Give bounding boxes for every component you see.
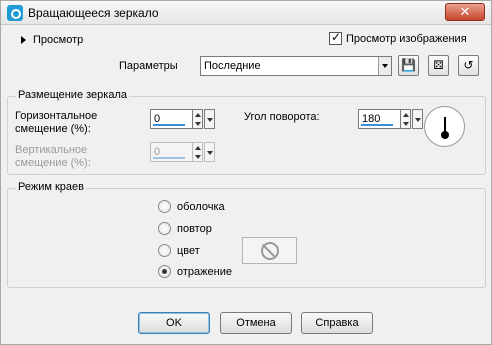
dial-knob-icon [441,131,449,139]
radio-reflect-button[interactable] [158,265,171,278]
cancel-button[interactable]: Отмена [220,312,292,334]
preview-toggle-label: Просмотр [33,34,84,46]
edge-mode-title: Режим краев [16,181,86,193]
presets-label: Параметры [119,60,178,72]
close-button[interactable]: ✕ [445,3,485,21]
radio-repeat[interactable]: повтор [158,222,212,235]
angle-updown[interactable] [401,109,411,129]
randomize-button[interactable]: ⚄ [428,55,449,76]
radio-color-label: цвет [177,244,200,257]
v-offset-label-line1: Вертикальное [15,144,88,156]
mirror-app-icon [7,5,23,21]
checkbox-box[interactable] [329,30,342,45]
reset-icon: ↺ [463,58,474,72]
save-preset-button[interactable]: 💾 [398,55,419,76]
dialog-window: Вращающееся зеркало ✕ Просмотр Просмотр … [0,0,492,345]
save-icon: 💾 [401,58,416,72]
h-offset-label: Горизонтальное смещение (%): [15,110,97,136]
radio-color[interactable]: цвет [158,244,200,257]
window-title: Вращающееся зеркало [28,6,159,20]
angle-slider-bar[interactable] [361,124,393,126]
h-offset-input[interactable]: 0 [150,109,193,129]
h-offset-updown[interactable] [193,109,203,129]
disabled-no-icon [261,242,279,260]
h-offset-label-line2: смещение (%): [15,123,91,135]
radio-reflect-label: отражение [177,265,232,278]
radio-color-button[interactable] [158,244,171,257]
h-offset-dropdown[interactable] [204,109,215,129]
radio-wrap-button[interactable] [158,200,171,213]
h-offset-slider-bar[interactable] [153,124,185,126]
expand-arrow-icon [21,36,26,44]
preview-toggle[interactable]: Просмотр [21,34,83,46]
edge-color-swatch [242,237,297,264]
image-preview-checkbox[interactable]: Просмотр изображения [329,30,467,45]
radio-repeat-button[interactable] [158,222,171,235]
ok-button[interactable]: OK [138,312,210,334]
angle-dropdown[interactable] [412,109,423,129]
angle-input[interactable]: 180 [358,109,401,129]
radio-reflect[interactable]: отражение [158,265,232,278]
help-button[interactable]: Справка [301,312,373,334]
v-offset-dropdown [204,142,215,162]
chevron-down-icon[interactable] [378,57,391,75]
v-offset-label: Вертикальное смещение (%): [15,144,91,170]
radio-wrap-label: оболочка [177,200,225,213]
rotation-dial[interactable] [424,106,465,147]
v-offset-slider-bar [153,157,185,159]
dice-icon: ⚄ [433,58,444,72]
mirror-placement-title: Размещение зеркала [16,89,129,101]
h-offset-label-line1: Горизонтальное [15,110,98,122]
v-offset-updown [193,142,203,162]
v-offset-input: 0 [150,142,193,162]
presets-dropdown[interactable]: Последние [200,56,392,76]
reset-button[interactable]: ↺ [458,55,479,76]
title-bar: Вращающееся зеркало ✕ [1,1,491,25]
presets-value: Последние [204,60,261,72]
image-preview-label: Просмотр изображения [346,32,467,45]
v-offset-label-line2: смещение (%): [15,157,91,169]
radio-repeat-label: повтор [177,222,212,235]
angle-label: Угол поворота: [244,111,320,123]
radio-wrap[interactable]: оболочка [158,200,225,213]
